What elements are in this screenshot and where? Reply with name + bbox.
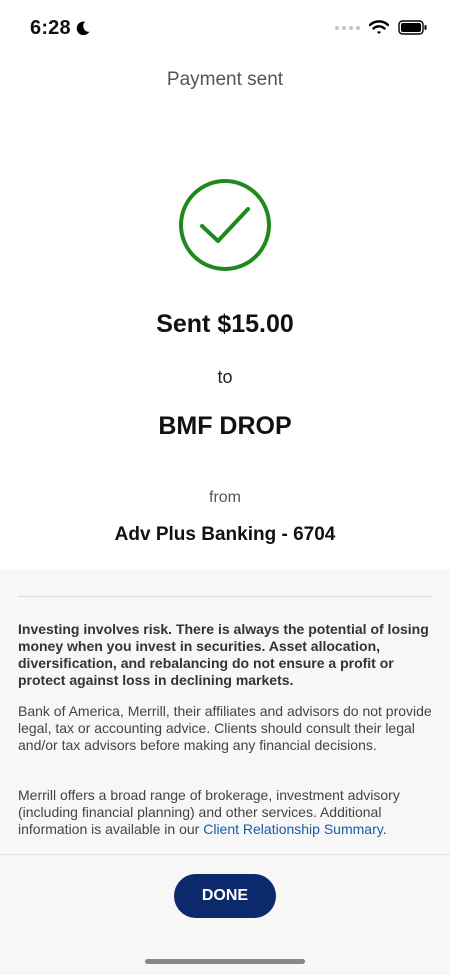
sent-amount: Sent $15.00 — [156, 310, 294, 338]
divider — [18, 596, 432, 597]
client-relationship-summary-link[interactable]: Client Relationship Summary — [203, 821, 382, 837]
source-account: Adv Plus Banking - 6704 — [114, 524, 336, 545]
footer-divider — [0, 854, 450, 855]
disclosure-section: Investing involves risk. There is always… — [0, 570, 450, 975]
to-label: to — [217, 367, 233, 387]
battery-icon — [398, 20, 427, 35]
wifi-icon — [369, 20, 389, 34]
from-label: from — [209, 489, 241, 506]
home-indicator — [145, 959, 305, 964]
status-bar: 6:28 — [0, 0, 450, 56]
time-text: 6:28 — [30, 17, 71, 39]
cellular-signal-icon — [335, 25, 360, 30]
status-indicators — [335, 20, 428, 35]
services-suffix: . — [382, 821, 387, 837]
recipient-name: BMF DROP — [158, 412, 292, 440]
success-icon-container — [178, 178, 272, 272]
risk-disclosure: Investing involves risk. There is always… — [18, 621, 429, 688]
page-title: Payment sent — [166, 69, 284, 90]
services-disclosure: Merrill offers a broad range of brokerag… — [18, 787, 432, 838]
done-button[interactable]: DONE — [174, 874, 276, 918]
checkmark-circle-icon — [179, 179, 271, 271]
advice-disclosure: Bank of America, Merrill, their affiliat… — [18, 703, 432, 753]
status-time: 6:28 — [30, 17, 91, 40]
moon-icon — [76, 21, 90, 36]
